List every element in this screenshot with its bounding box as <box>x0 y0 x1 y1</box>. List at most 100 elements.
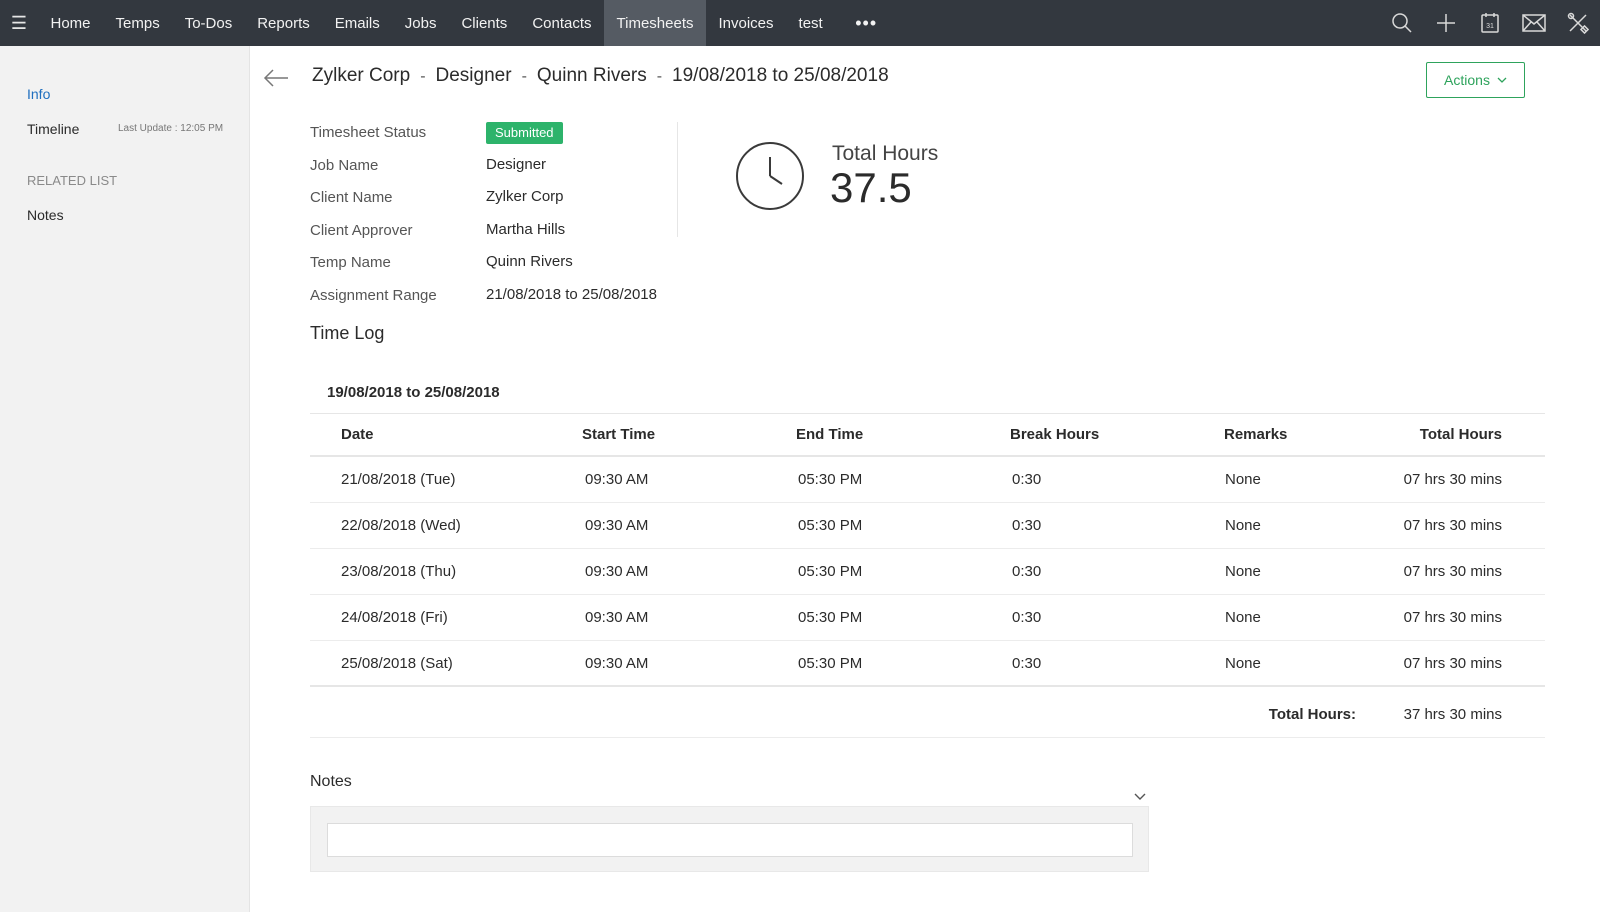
chevron-down-icon <box>1497 77 1507 83</box>
column-header-end-time: End Time <box>796 426 864 443</box>
cell-total-hours: 07 hrs 30 mins <box>1403 471 1502 488</box>
column-header-break-hours: Break Hours <box>1010 426 1100 443</box>
nav-item-home[interactable]: Home <box>38 0 103 46</box>
cell-break-hours: 0:30 <box>1012 471 1042 488</box>
cell-end-time: 05:30 PM <box>798 563 863 580</box>
cell-remarks: None <box>1225 609 1261 626</box>
nav-item-emails[interactable]: Emails <box>322 0 392 46</box>
time-log-table: Date Start Time End Time Break Hours Rem… <box>310 413 1545 687</box>
detail-value-client: Zylker Corp <box>486 188 564 205</box>
nav-item-contacts[interactable]: Contacts <box>520 0 604 46</box>
crumb-separator: - <box>656 68 663 85</box>
cell-start-time: 09:30 AM <box>585 654 649 672</box>
plus-icon[interactable] <box>1424 0 1468 46</box>
nav-item-todos[interactable]: To-Dos <box>172 0 245 46</box>
notes-panel <box>310 806 1149 872</box>
detail-label-client: Client Name <box>310 189 393 206</box>
sidebar-item-timeline[interactable]: Timeline <box>27 121 79 137</box>
cell-end-time: 05:30 PM <box>798 654 863 672</box>
table-header: Date Start Time End Time Break Hours Rem… <box>310 413 1545 457</box>
nav-item-jobs[interactable]: Jobs <box>392 0 449 46</box>
totals-label: Total Hours: <box>1268 705 1356 723</box>
time-log-range: 19/08/2018 to 25/08/2018 <box>327 384 500 401</box>
detail-value-approver: Martha Hills <box>486 221 566 238</box>
cell-date: 22/08/2018 (Wed) <box>341 517 461 534</box>
last-update-text: Last Update : 12:05 PM <box>118 123 224 134</box>
cell-date: 25/08/2018 (Sat) <box>341 654 453 672</box>
table-row: 25/08/2018 (Sat) 09:30 AM 05:30 PM 0:30 … <box>310 641 1545 687</box>
nav-right-tools: 31 <box>1380 0 1600 46</box>
cell-remarks: None <box>1225 654 1261 672</box>
related-list-heading: RELATED LIST <box>27 173 118 188</box>
cell-remarks: None <box>1225 471 1261 488</box>
mail-icon[interactable] <box>1512 0 1556 46</box>
detail-value-job: Designer <box>486 156 547 173</box>
nav-item-temps[interactable]: Temps <box>103 0 172 46</box>
sidebar: Info Timeline Last Update : 12:05 PM REL… <box>0 46 250 912</box>
sidebar-item-info[interactable]: Info <box>27 86 50 102</box>
nav-item-clients[interactable]: Clients <box>449 0 520 46</box>
calendar-icon[interactable]: 31 <box>1468 0 1512 46</box>
cell-date: 24/08/2018 (Fri) <box>341 609 448 626</box>
cell-break-hours: 0:30 <box>1012 517 1042 534</box>
chevron-down-icon[interactable] <box>1133 792 1147 802</box>
crumb-temp: Quinn Rivers <box>536 65 647 86</box>
nav-item-reports[interactable]: Reports <box>245 0 323 46</box>
table-row: 21/08/2018 (Tue) 09:30 AM 05:30 PM 0:30 … <box>310 457 1545 503</box>
cell-total-hours: 07 hrs 30 mins <box>1403 563 1502 580</box>
vertical-divider <box>677 122 678 237</box>
tools-icon[interactable] <box>1556 0 1600 46</box>
nav-item-timesheets[interactable]: Timesheets <box>604 0 706 46</box>
cell-break-hours: 0:30 <box>1012 654 1042 672</box>
cell-start-time: 09:30 AM <box>585 471 649 488</box>
cell-total-hours: 07 hrs 30 mins <box>1403 517 1502 534</box>
cell-remarks: None <box>1225 563 1261 580</box>
table-row: 24/08/2018 (Fri) 09:30 AM 05:30 PM 0:30 … <box>310 595 1545 641</box>
cell-break-hours: 0:30 <box>1012 563 1042 580</box>
cell-total-hours: 07 hrs 30 mins <box>1403 609 1502 626</box>
cell-start-time: 09:30 AM <box>585 517 649 534</box>
total-hours-value: 37.5 <box>830 164 912 211</box>
crumb-separator: - <box>420 68 426 85</box>
notes-input[interactable] <box>327 823 1133 857</box>
cell-start-time: 09:30 AM <box>585 563 649 580</box>
cell-date: 21/08/2018 (Tue) <box>341 471 456 488</box>
crumb-range: 19/08/2018 to 25/08/2018 <box>672 65 889 86</box>
notes-title: Notes <box>310 773 352 790</box>
actions-label: Actions <box>1444 72 1490 88</box>
back-arrow-icon[interactable] <box>262 66 290 90</box>
nav-item-invoices[interactable]: Invoices <box>706 0 786 46</box>
cell-end-time: 05:30 PM <box>798 517 863 534</box>
nav-item-test[interactable]: test <box>786 0 835 46</box>
totals-row: Total Hours: 37 hrs 30 mins <box>310 691 1545 738</box>
status-badge: Submitted <box>486 122 563 144</box>
detail-label-job: Job Name <box>310 157 379 174</box>
crumb-client: Zylker Corp <box>312 65 411 86</box>
totals-value: 37 hrs 30 mins <box>1403 705 1502 723</box>
hamburger-menu-icon[interactable]: ☰ <box>0 0 38 46</box>
crumb-separator: - <box>521 68 527 85</box>
sidebar-item-notes[interactable]: Notes <box>27 207 64 223</box>
cell-date: 23/08/2018 (Thu) <box>341 563 457 580</box>
search-icon[interactable] <box>1380 0 1424 46</box>
cell-total-hours: 07 hrs 30 mins <box>1403 654 1502 672</box>
time-log-title: Time Log <box>310 323 385 343</box>
table-row: 22/08/2018 (Wed) 09:30 AM 05:30 PM 0:30 … <box>310 503 1545 549</box>
cell-start-time: 09:30 AM <box>585 609 649 626</box>
actions-button[interactable]: Actions <box>1426 62 1525 98</box>
column-header-start-time: Start Time <box>582 426 656 443</box>
nav-items: Home Temps To-Dos Reports Emails Jobs Cl… <box>38 0 897 46</box>
more-horizontal-icon[interactable]: ••• <box>835 0 897 46</box>
total-hours-label: Total Hours <box>832 142 939 165</box>
cell-remarks: None <box>1225 517 1261 534</box>
detail-value-temp: Quinn Rivers <box>486 253 573 270</box>
detail-label-range: Assignment Range <box>310 287 437 304</box>
column-header-remarks: Remarks <box>1224 426 1288 443</box>
table-row: 23/08/2018 (Thu) 09:30 AM 05:30 PM 0:30 … <box>310 549 1545 595</box>
cell-end-time: 05:30 PM <box>798 471 863 488</box>
clock-icon <box>736 142 804 210</box>
cell-end-time: 05:30 PM <box>798 609 863 626</box>
crumb-job: Designer <box>435 65 512 86</box>
cell-break-hours: 0:30 <box>1012 609 1042 626</box>
detail-label-status: Timesheet Status <box>310 124 427 141</box>
